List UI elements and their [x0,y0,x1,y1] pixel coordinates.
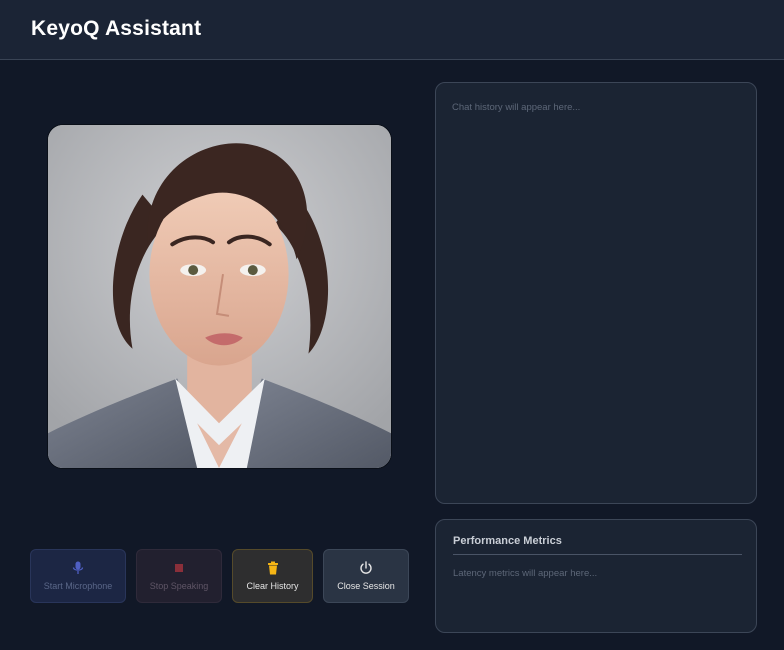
metrics-placeholder: Latency metrics will appear here... [453,568,598,579]
stop-speaking-button[interactable]: Stop Speaking [136,549,222,603]
metrics-title: Performance Metrics [453,535,562,547]
chat-history-placeholder: Chat history will appear here... [452,102,581,113]
stop-speaking-label: Stop Speaking [149,581,209,591]
performance-metrics-panel: Performance Metrics Latency metrics will… [435,519,757,633]
microphone-icon [71,561,85,575]
clear-history-label: Clear History [246,581,299,591]
metrics-divider [453,554,742,555]
start-microphone-label: Start Microphone [43,581,113,591]
avatar-portrait [47,124,392,469]
close-session-label: Close Session [337,581,395,591]
stop-icon [172,561,186,575]
app-title: KeyoQ Assistant [31,17,202,40]
power-icon [359,561,373,575]
app-header: KeyoQ Assistant [0,0,784,60]
clear-history-button[interactable]: Clear History [232,549,313,603]
close-session-button[interactable]: Close Session [323,549,409,603]
chat-history-panel[interactable]: Chat history will appear here... [435,82,757,504]
portrait-avatar-icon [48,125,391,468]
start-microphone-button[interactable]: Start Microphone [30,549,126,603]
trash-icon [266,561,280,575]
